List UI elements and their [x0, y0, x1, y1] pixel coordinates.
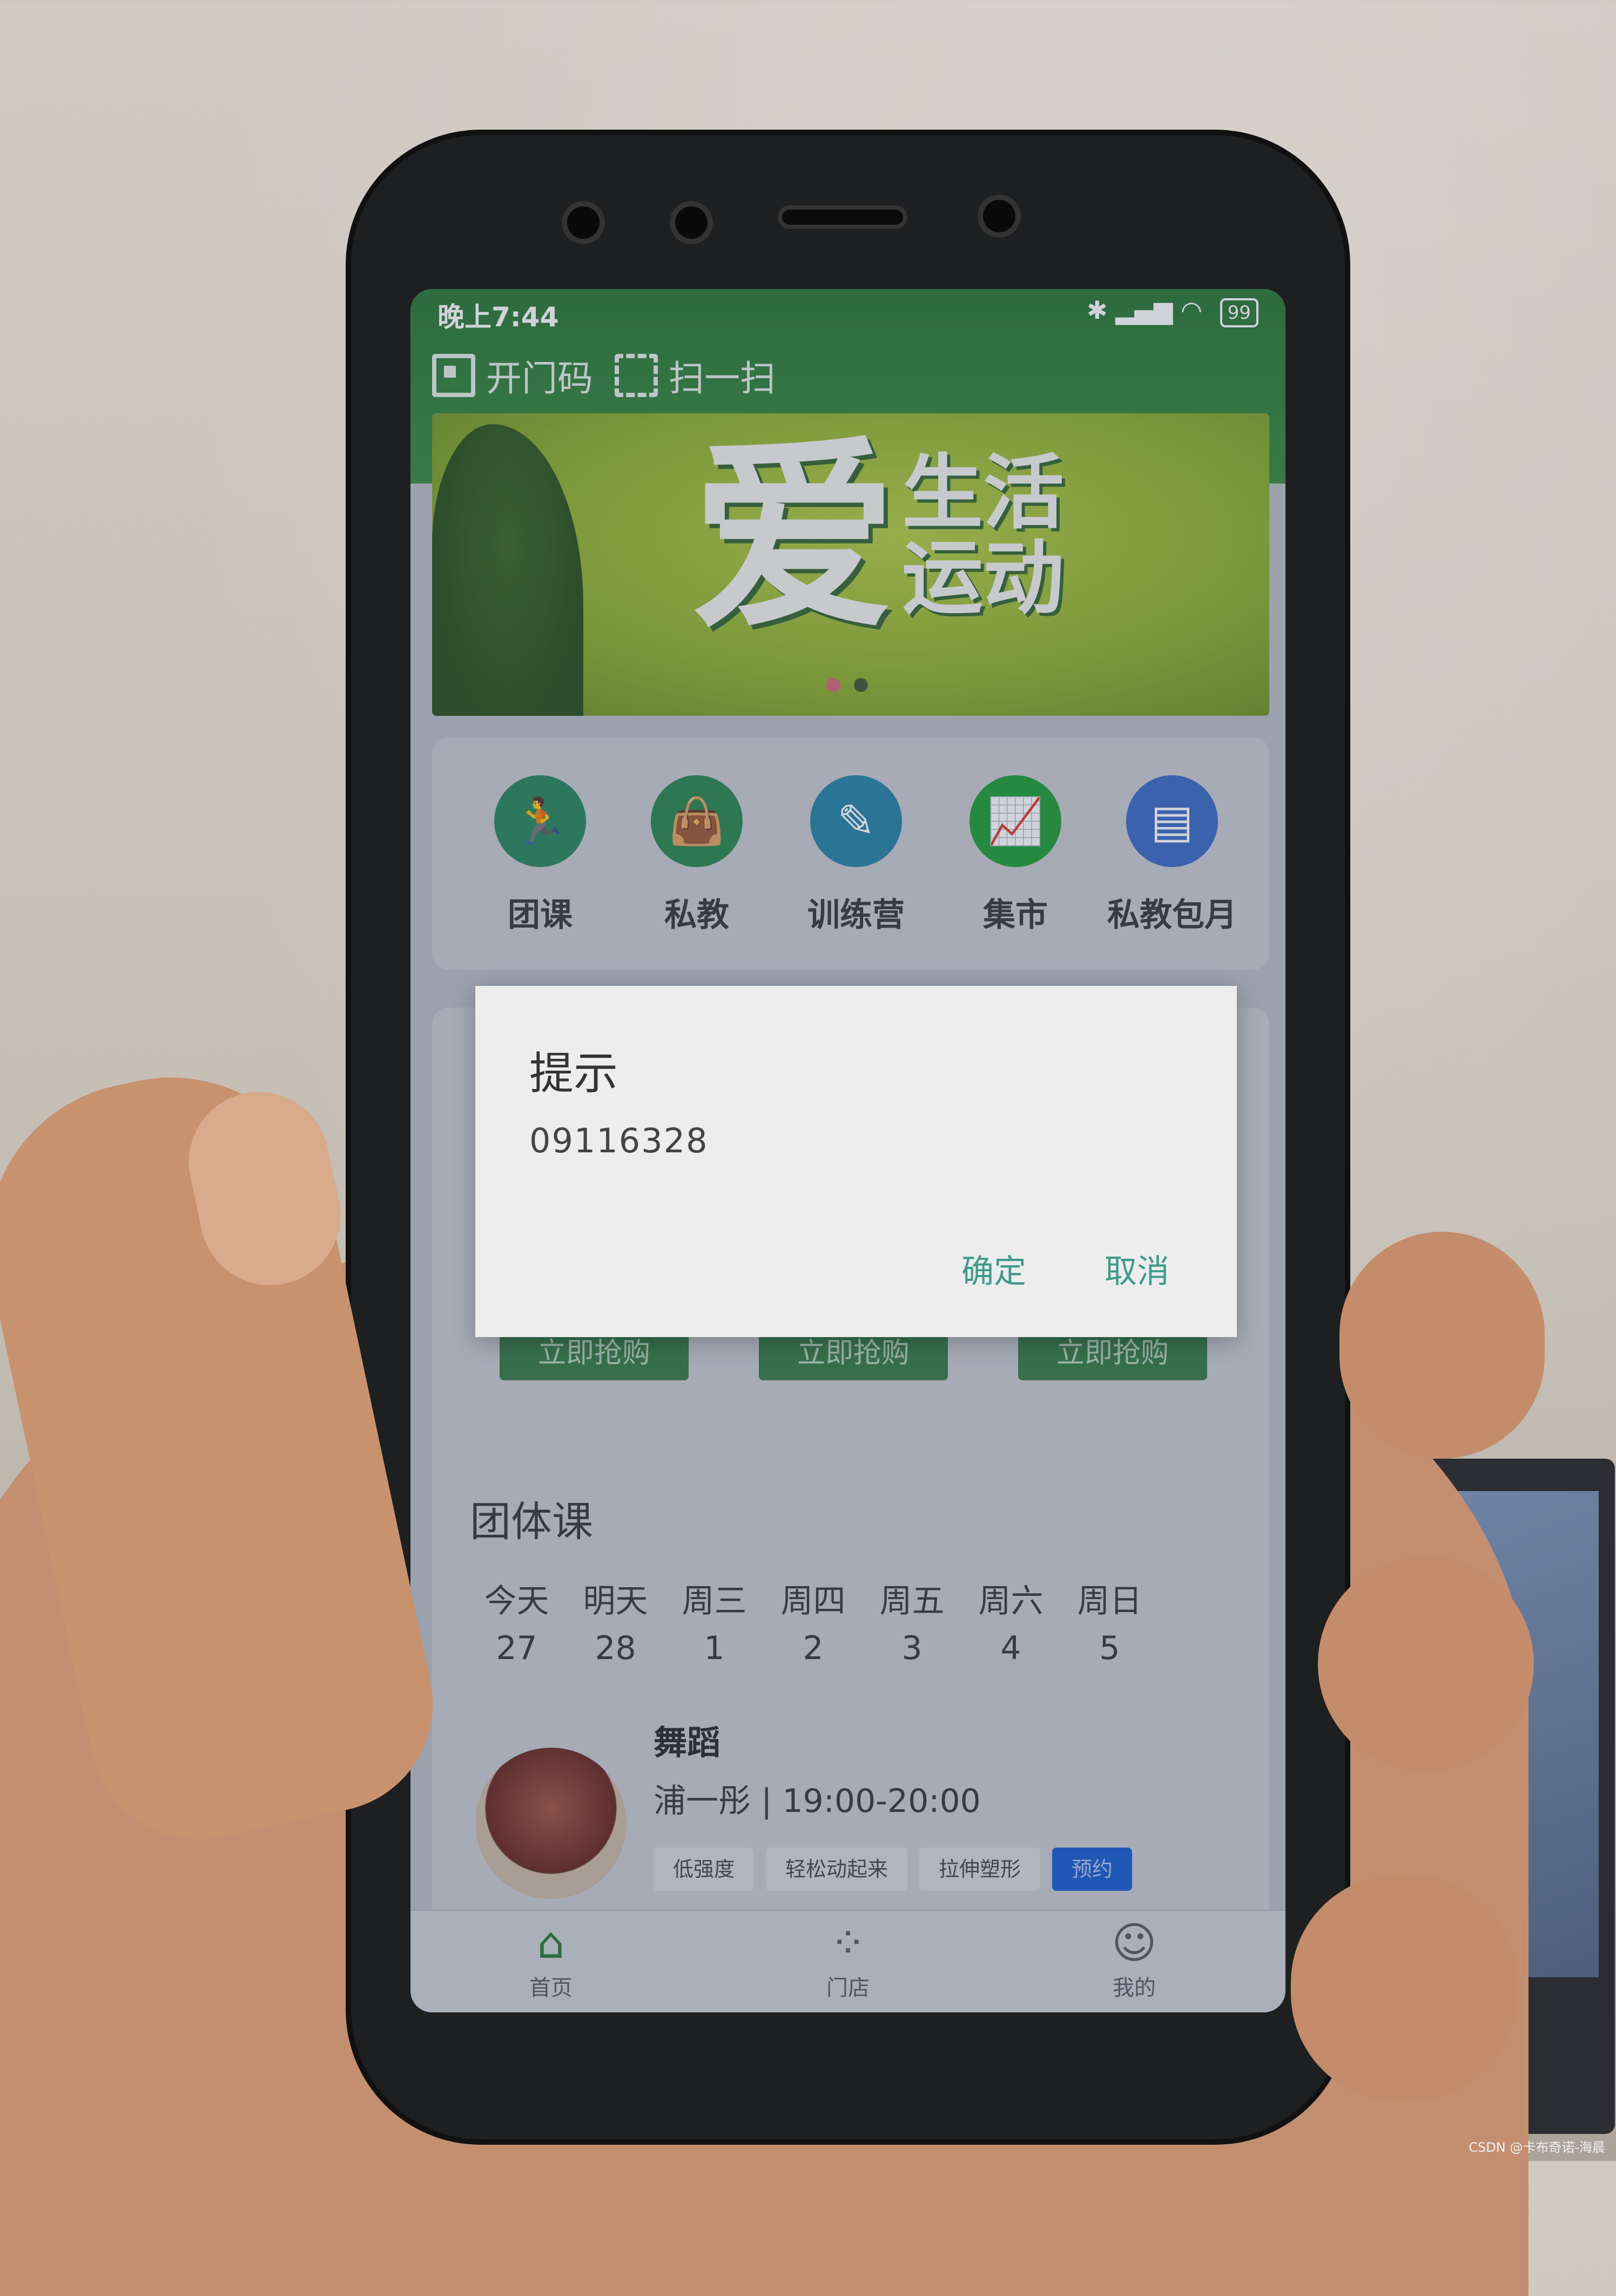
dialog-message: 09116328	[529, 1121, 709, 1160]
phone-earpiece	[778, 205, 907, 229]
alert-dialog: 提示 09116328 确定 取消	[475, 986, 1237, 1337]
phone-sensor	[562, 201, 605, 244]
cancel-button[interactable]: 取消	[1105, 1245, 1169, 1292]
finger	[1339, 1232, 1545, 1459]
phone-screen: 晚上7:44 ✱ ▂▄▆ ◠ 99 开门码 扫一扫 爱 生活 运动 🏃 团课 👜…	[410, 289, 1285, 2012]
finger	[1318, 1556, 1534, 1772]
front-camera	[670, 201, 713, 244]
dialog-title: 提示	[529, 1048, 618, 1099]
watermark: CSDN @卡布奇诺-海晨	[1469, 2140, 1605, 2155]
confirm-button[interactable]: 确定	[961, 1245, 1026, 1292]
finger	[1291, 1875, 1518, 2102]
phone-sensor	[978, 194, 1021, 238]
